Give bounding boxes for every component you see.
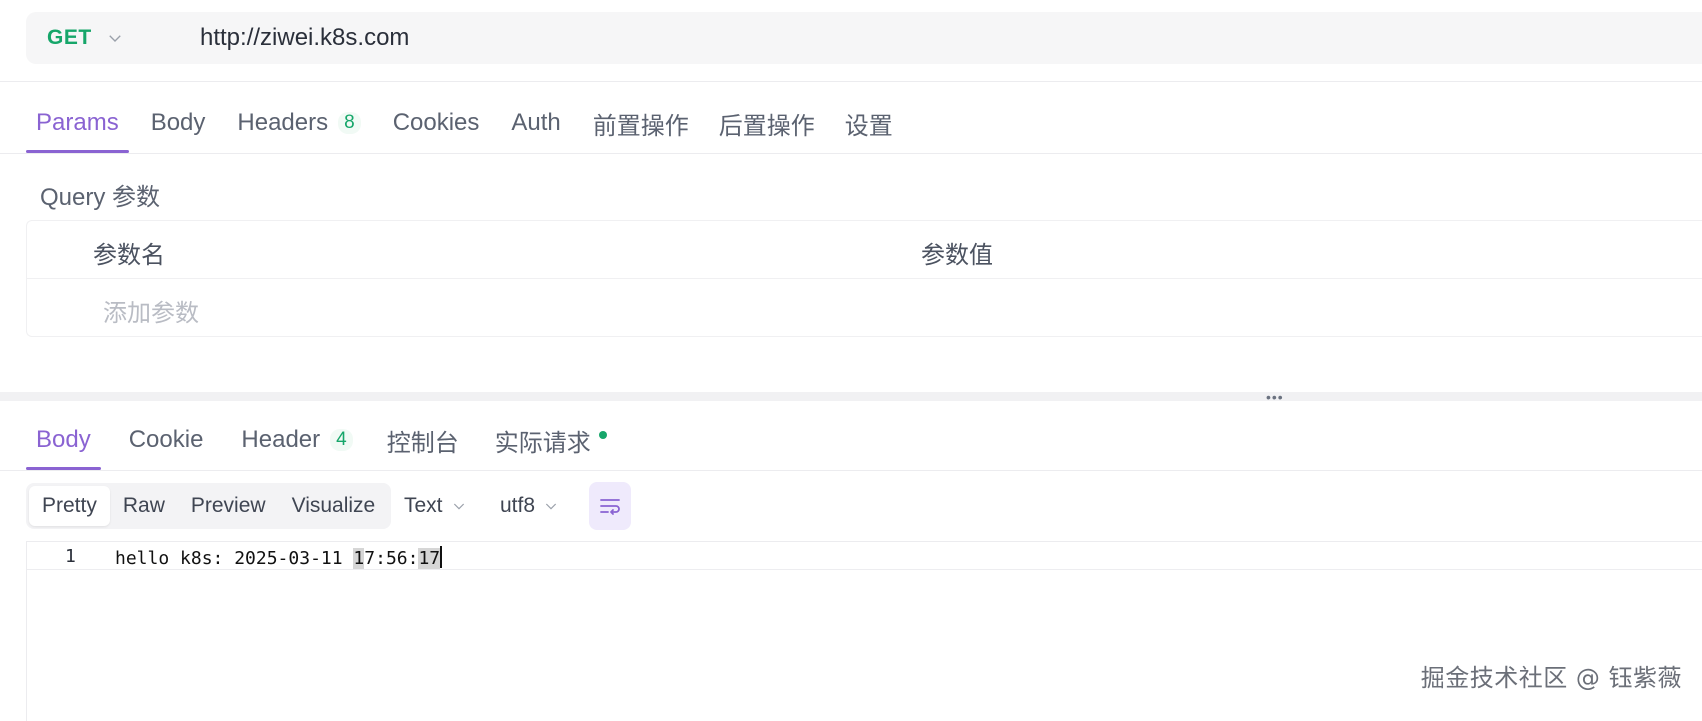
response-tab-cookie[interactable]: Cookie [119, 410, 214, 470]
tab-pre-request[interactable]: 前置操作 [583, 93, 699, 153]
query-params-title: Query 参数 [40, 184, 161, 211]
chevron-down-icon [545, 503, 557, 510]
tab-label: Cookies [392, 109, 480, 136]
word-wrap-icon [600, 499, 620, 515]
response-code-editor[interactable]: 1 hello k8s: 2025-03-11 17:56:17 [26, 541, 1702, 721]
code-line-text: hello k8s: 2025-03-11 17:56:17 [115, 546, 443, 569]
status-dot-icon [598, 431, 607, 439]
tab-post-request[interactable]: 后置操作 [709, 93, 825, 153]
divider [0, 470, 1702, 471]
word-wrap-button[interactable] [589, 482, 631, 530]
tab-label: 控制台 [386, 429, 459, 457]
method-label: GET [47, 26, 92, 49]
tab-label: Body [150, 109, 206, 136]
chevron-down-icon [453, 503, 464, 510]
response-tab-console[interactable]: 控制台 [377, 410, 469, 470]
tab-headers[interactable]: Headers 8 [227, 93, 370, 153]
response-tab-body[interactable]: Body [26, 410, 101, 470]
view-mode-pretty[interactable]: Pretty [29, 486, 110, 526]
add-param-input[interactable]: 添加参数 [103, 293, 199, 328]
tab-params[interactable]: Params [26, 93, 129, 153]
headers-count-badge: 8 [338, 112, 361, 134]
format-value: Text [404, 494, 443, 517]
tab-auth[interactable]: Auth [501, 93, 570, 153]
response-tab-actual-request[interactable]: 实际请求 [485, 410, 617, 470]
format-select[interactable]: Text [404, 490, 467, 522]
tab-label: Params [36, 109, 119, 136]
request-url-bar: GET [26, 12, 1702, 64]
view-mode-preview[interactable]: Preview [178, 486, 279, 526]
view-mode-raw[interactable]: Raw [110, 486, 178, 526]
tab-label: Cookie [128, 426, 204, 453]
watermark: 掘金技术社区 @ 钰紫薇 [1420, 664, 1682, 692]
response-tabs: Body Cookie Header 4 控制台 实际请求 [26, 410, 617, 470]
url-input[interactable] [200, 24, 1600, 52]
text-caret [440, 546, 443, 568]
tab-label: 前置操作 [592, 112, 689, 140]
header-count-badge: 4 [330, 429, 353, 451]
query-params-table: 参数名 参数值 添加参数 [26, 220, 1702, 337]
method-select[interactable]: GET [26, 26, 200, 50]
divider [0, 153, 1702, 154]
tab-label: Headers [237, 109, 329, 136]
encoding-select[interactable]: utf8 [500, 490, 559, 522]
code-line: 1 hello k8s: 2025-03-11 17:56:17 [27, 542, 1702, 570]
code-segment: 7:56: [364, 548, 419, 569]
tab-cookies[interactable]: Cookies [383, 93, 490, 153]
tab-label: 实际请求 [494, 429, 591, 457]
encoding-value: utf8 [500, 494, 536, 517]
param-value-header: 参数值 [921, 242, 993, 269]
view-mode-visualize[interactable]: Visualize [279, 486, 389, 526]
tab-label: Auth [511, 109, 561, 136]
line-number: 1 [65, 546, 76, 567]
params-header-row: 参数名 参数值 [27, 221, 1702, 279]
tab-label: 设置 [844, 112, 893, 140]
tab-settings[interactable]: 设置 [835, 93, 903, 153]
chevron-down-icon [108, 35, 121, 42]
highlight-segment: 1 [353, 548, 365, 569]
view-mode-segmented: Pretty Raw Preview Visualize [26, 483, 392, 529]
panel-splitter[interactable] [0, 392, 1702, 401]
drag-handle-icon[interactable]: ••• [1266, 390, 1284, 404]
tab-label: Body [36, 426, 91, 453]
highlight-segment: 17 [418, 548, 441, 569]
tab-body[interactable]: Body [141, 93, 216, 153]
response-tab-header[interactable]: Header 4 [231, 410, 362, 470]
request-tabs: Params Body Headers 8 Cookies Auth 前置操作 … [26, 93, 903, 153]
param-name-header: 参数名 [93, 242, 165, 269]
code-segment: hello k8s: 2025-03-11 [115, 548, 354, 569]
divider [0, 81, 1702, 82]
tab-label: 后置操作 [718, 112, 815, 140]
tab-label: Header [241, 426, 321, 453]
